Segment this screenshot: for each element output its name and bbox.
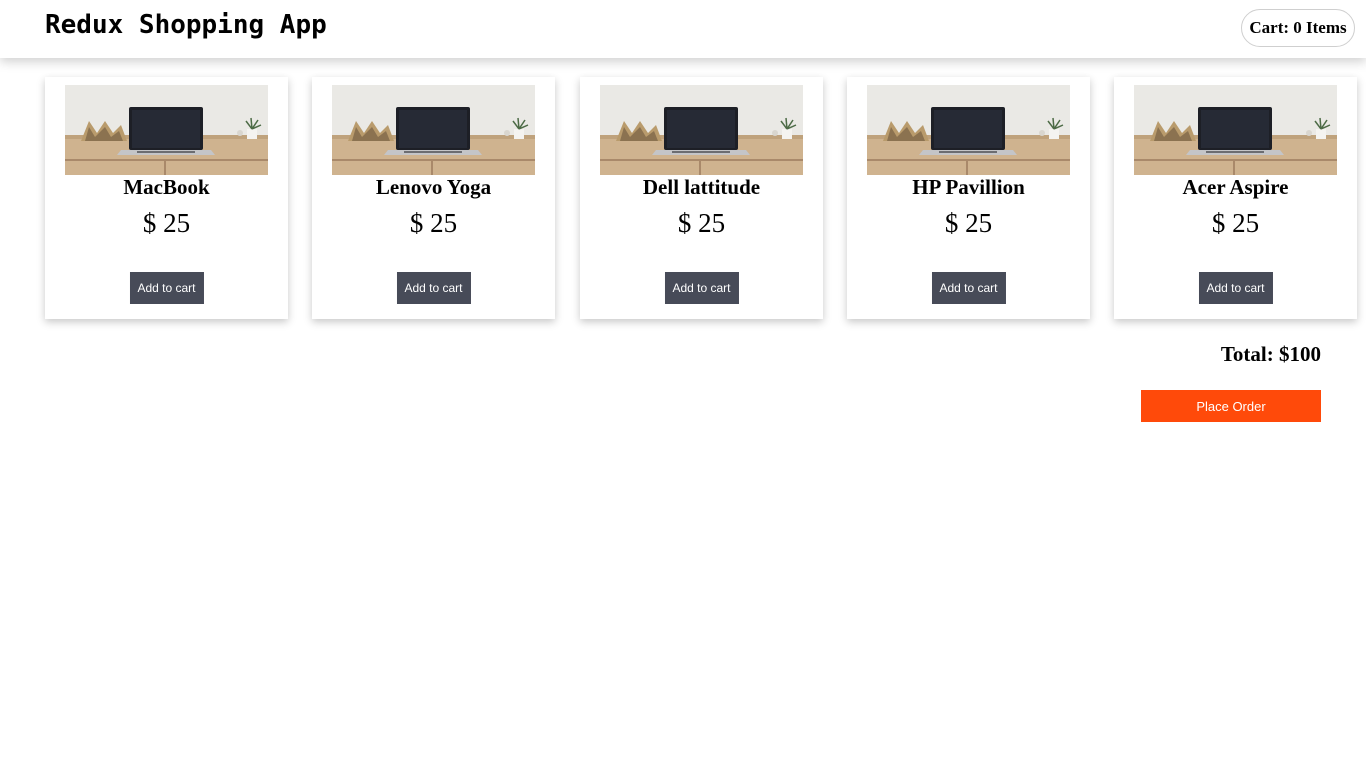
add-to-cart-button[interactable]: Add to cart: [664, 272, 739, 304]
product-name: HP Pavillion: [912, 175, 1025, 199]
product-name: MacBook: [123, 175, 210, 199]
laptop-image-icon: [65, 85, 268, 175]
laptop-image-icon: [867, 85, 1070, 175]
product-card: MacBook $ 25 Add to cart: [45, 77, 288, 319]
laptop-image-icon: [332, 85, 535, 175]
app-header: Redux Shopping App Cart: 0 Items: [0, 0, 1366, 58]
product-price: $ 25: [1211, 208, 1260, 238]
order-total: Total: $100: [1220, 342, 1321, 366]
place-order-button[interactable]: Place Order: [1141, 390, 1321, 422]
product-price: $ 25: [677, 208, 726, 238]
product-card: Acer Aspire $ 25 Add to cart: [1114, 77, 1357, 319]
product-price: $ 25: [409, 208, 458, 238]
cart-button[interactable]: Cart: 0 Items: [1241, 9, 1355, 47]
product-image: [600, 85, 803, 175]
product-name: Dell lattitude: [642, 175, 761, 199]
product-card: HP Pavillion $ 25 Add to cart: [847, 77, 1090, 319]
product-card: Dell lattitude $ 25 Add to cart: [580, 77, 823, 319]
laptop-image-icon: [1134, 85, 1337, 175]
product-name: Lenovo Yoga: [375, 175, 492, 199]
laptop-image-icon: [600, 85, 803, 175]
add-to-cart-button[interactable]: Add to cart: [129, 272, 204, 304]
app-title: Redux Shopping App: [45, 10, 327, 40]
product-price: $ 25: [142, 208, 191, 238]
add-to-cart-button[interactable]: Add to cart: [1198, 272, 1273, 304]
product-card: Lenovo Yoga $ 25 Add to cart: [312, 77, 555, 319]
add-to-cart-button[interactable]: Add to cart: [931, 272, 1006, 304]
product-price: $ 25: [944, 208, 993, 238]
add-to-cart-button[interactable]: Add to cart: [396, 272, 471, 304]
product-image: [867, 85, 1070, 175]
product-image: [65, 85, 268, 175]
product-image: [1134, 85, 1337, 175]
product-name: Acer Aspire: [1182, 175, 1289, 199]
product-image: [332, 85, 535, 175]
